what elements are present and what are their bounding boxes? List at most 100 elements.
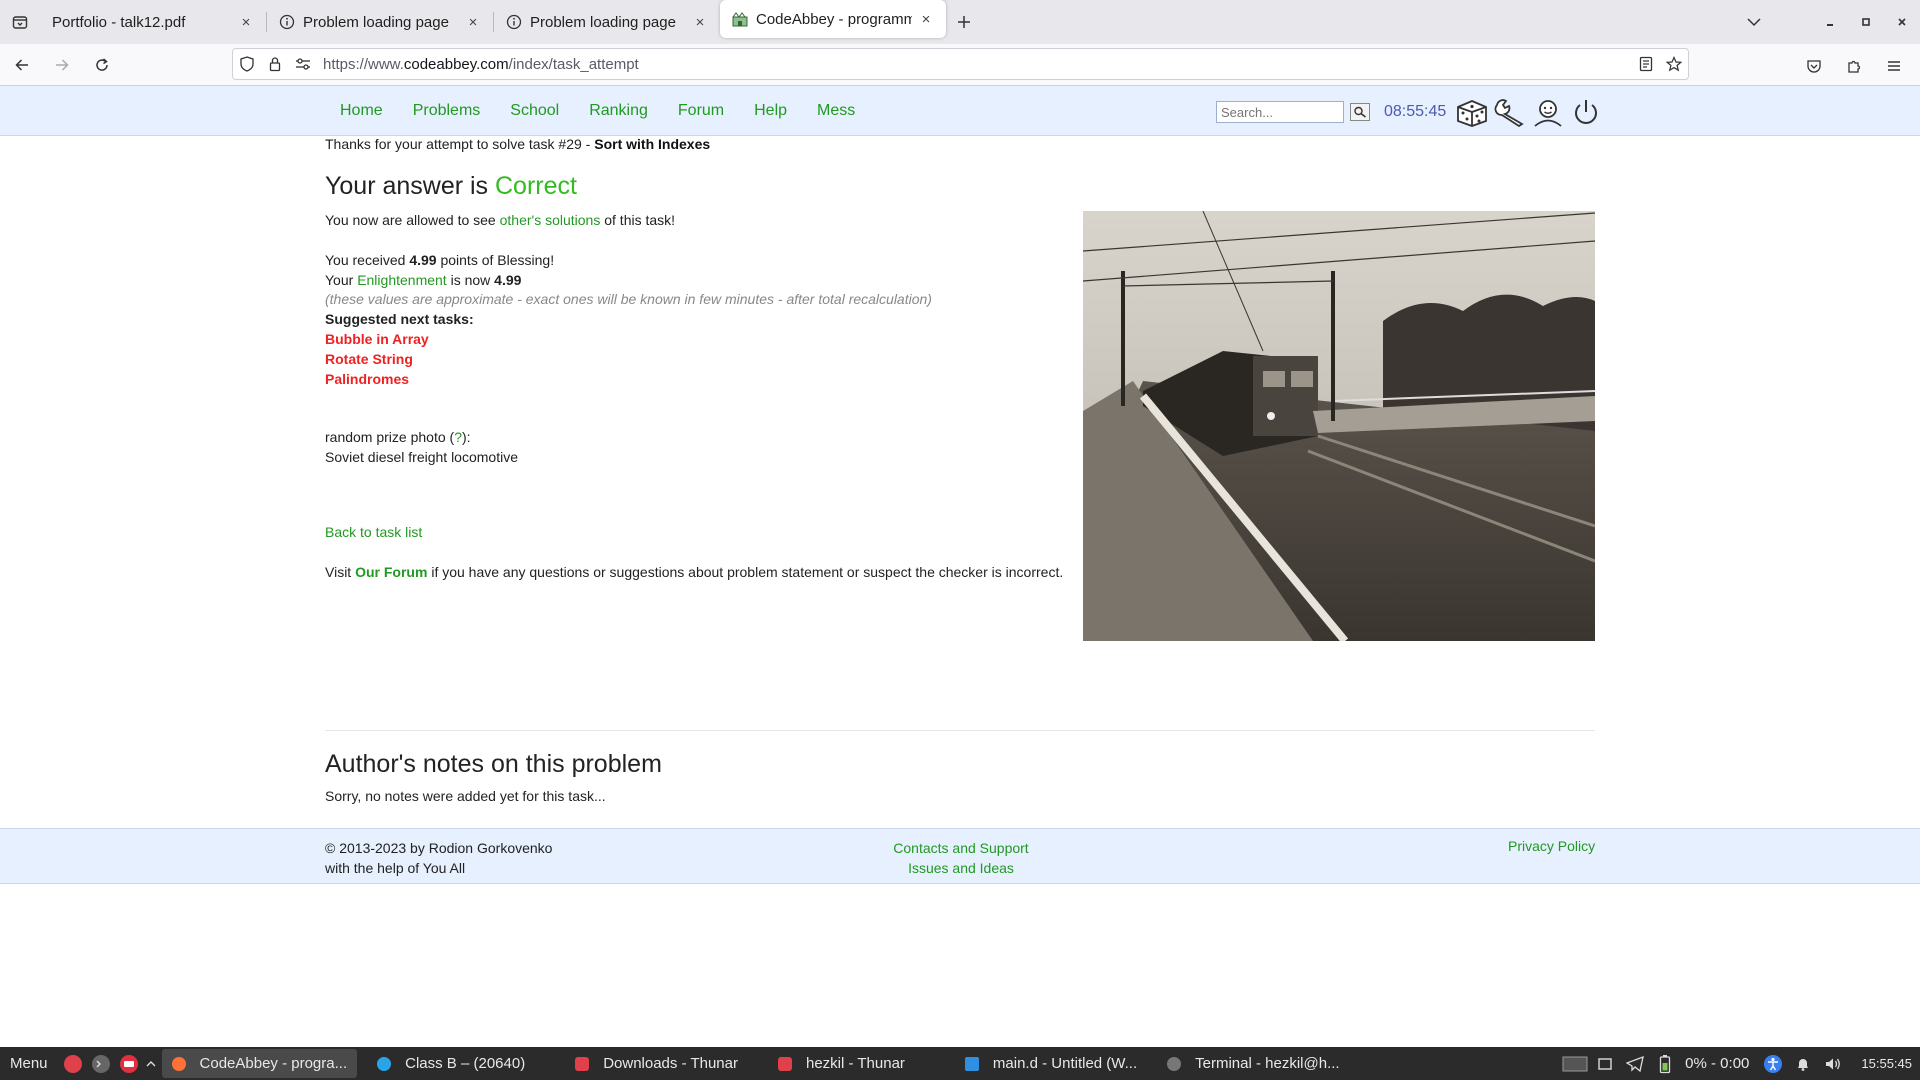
reader-view-button[interactable] — [1632, 49, 1660, 79]
nav-link-school[interactable]: School — [510, 102, 559, 120]
close-window-button[interactable] — [1884, 0, 1920, 44]
tab-list-button[interactable] — [0, 0, 40, 44]
locomotive-photo-image — [1083, 211, 1595, 641]
arrow-left-icon — [15, 58, 28, 71]
browser-tab-bar: Portfolio - talk12.pdf × Problem loading… — [0, 0, 1920, 44]
start-menu-button[interactable]: Menu — [0, 1055, 58, 1072]
browser-tab[interactable]: Problem loading page × — [494, 4, 720, 40]
info-icon — [279, 14, 295, 30]
site-header: Home Problems School Ranking Forum Help … — [0, 86, 1920, 136]
forum-message: Visit Our Forum if you have any question… — [325, 564, 1063, 580]
nav-link-mess[interactable]: Mess — [817, 102, 855, 120]
system-clock: 15:55:45 — [1861, 1056, 1912, 1071]
terminal-launcher-icon — [91, 1054, 110, 1073]
site-nav: Home Problems School Ranking Forum Help … — [340, 86, 885, 136]
random-task-button[interactable] — [1454, 96, 1490, 128]
app-menu-button[interactable] — [1876, 48, 1912, 84]
notifications-button[interactable] — [1789, 1050, 1817, 1078]
taskbar-task[interactable]: CodeAbbey - progra... — [161, 1049, 358, 1078]
browser-tab[interactable]: Problem loading page × — [267, 4, 493, 40]
launcher-button[interactable] — [60, 1051, 86, 1077]
telegram-tray-button[interactable] — [1621, 1050, 1649, 1078]
new-tab-button[interactable] — [946, 4, 982, 40]
launcher-overflow-button[interactable] — [144, 1051, 158, 1077]
taskbar-task[interactable]: Downloads - Thunar — [565, 1049, 748, 1078]
profile-button[interactable] — [1530, 96, 1566, 128]
url-domain: codeabbey.com — [403, 55, 509, 73]
taskbar-task[interactable]: main.d - Untitled (W... — [955, 1049, 1147, 1078]
suggested-task-link[interactable]: Rotate String — [325, 351, 413, 367]
suggested-task-link[interactable]: Bubble in Array — [325, 331, 429, 347]
minimize-button[interactable] — [1812, 0, 1848, 44]
nav-link-forum[interactable]: Forum — [678, 102, 724, 120]
minimize-icon — [1827, 24, 1833, 26]
terminal-icon — [1167, 1056, 1182, 1071]
our-forum-link[interactable]: Our Forum — [355, 564, 427, 580]
system-tray: 0% - 0:00 15:55:45 — [1559, 1047, 1912, 1080]
site-search-button[interactable] — [1350, 103, 1370, 121]
back-to-task-list-link[interactable]: Back to task list — [325, 524, 422, 540]
contacts-support-link[interactable]: Contacts and Support — [891, 838, 1031, 858]
back-link-row: Back to task list — [325, 524, 422, 540]
permissions-button[interactable] — [289, 49, 317, 79]
footer-links: Contacts and Support Issues and Ideas — [891, 838, 1031, 878]
site-search-input[interactable] — [1216, 101, 1344, 123]
accessibility-icon — [1764, 1054, 1783, 1073]
launcher-button[interactable] — [88, 1051, 114, 1077]
reload-icon — [96, 57, 108, 71]
tools-button[interactable] — [1492, 96, 1528, 128]
nav-link-problems[interactable]: Problems — [413, 102, 481, 120]
enlightenment-link[interactable]: Enlightenment — [357, 272, 447, 288]
extensions-button[interactable] — [1836, 48, 1872, 84]
suggested-heading: Suggested next tasks: — [325, 311, 474, 327]
show-desktop-button[interactable] — [1591, 1050, 1619, 1078]
workspace-switcher[interactable] — [1561, 1050, 1589, 1078]
nav-link-ranking[interactable]: Ranking — [589, 102, 648, 120]
forward-button[interactable] — [44, 47, 80, 83]
prize-photo — [1083, 211, 1595, 641]
taskbar-task-label: Downloads - Thunar — [603, 1055, 738, 1072]
volume-button[interactable] — [1819, 1050, 1847, 1078]
reload-button[interactable] — [84, 47, 120, 83]
issues-ideas-link[interactable]: Issues and Ideas — [891, 858, 1031, 878]
site-security-button[interactable] — [261, 49, 289, 79]
url-text[interactable]: https://www.codeabbey.com/index/task_att… — [323, 56, 1632, 73]
privacy-policy-link[interactable]: Privacy Policy — [1508, 838, 1595, 854]
notes-heading: Author's notes on this problem — [325, 750, 662, 778]
url-bar[interactable]: https://www.codeabbey.com/index/task_att… — [232, 48, 1689, 80]
browser-tab-active[interactable]: CodeAbbey - programmin × — [720, 0, 946, 38]
task-name: Sort with Indexes — [594, 136, 711, 152]
close-icon[interactable]: × — [918, 11, 934, 28]
taskbar-task[interactable]: Terminal - hezkil@h... — [1157, 1049, 1349, 1078]
nav-link-help[interactable]: Help — [754, 102, 787, 120]
accessibility-button[interactable] — [1759, 1050, 1787, 1078]
close-icon[interactable]: × — [465, 14, 481, 31]
nav-link-home[interactable]: Home — [340, 102, 383, 120]
launcher-button[interactable] — [116, 1051, 142, 1077]
battery-button[interactable] — [1651, 1050, 1679, 1078]
browser-tab[interactable]: Portfolio - talk12.pdf × — [40, 4, 266, 40]
desktop-taskbar: Menu CodeAbbey - progra... Class B – (20… — [0, 1047, 1920, 1080]
site-tools: 08:55:45 — [1216, 96, 1604, 128]
pocket-button[interactable] — [1796, 48, 1832, 84]
suggested-task-link[interactable]: Palindromes — [325, 371, 409, 387]
tab-overflow-button[interactable] — [1736, 0, 1772, 44]
maximize-button[interactable] — [1848, 0, 1884, 44]
magnifier-icon — [1354, 106, 1366, 118]
other-solutions-link[interactable]: other's solutions — [500, 212, 601, 228]
shield-icon — [240, 56, 254, 72]
close-icon[interactable]: × — [238, 14, 254, 31]
approx-note-text: (these values are approximate - exact on… — [325, 291, 932, 307]
logout-button[interactable] — [1568, 96, 1604, 128]
back-button[interactable] — [4, 47, 40, 83]
footer-credits: © 2013-2023 by Rodion Gorkovenko with th… — [325, 838, 552, 878]
bookmark-button[interactable] — [1660, 49, 1688, 79]
taskbar-task[interactable]: hezkil - Thunar — [768, 1049, 915, 1078]
pocket-icon — [1807, 60, 1821, 73]
power-icon — [1575, 100, 1598, 124]
prize-help-link[interactable]: ? — [454, 429, 462, 445]
taskbar-task[interactable]: Class B – (20640) — [367, 1049, 535, 1078]
close-icon[interactable]: × — [692, 14, 708, 31]
codeabbey-favicon — [732, 12, 748, 27]
tracking-protection-button[interactable] — [233, 49, 261, 79]
